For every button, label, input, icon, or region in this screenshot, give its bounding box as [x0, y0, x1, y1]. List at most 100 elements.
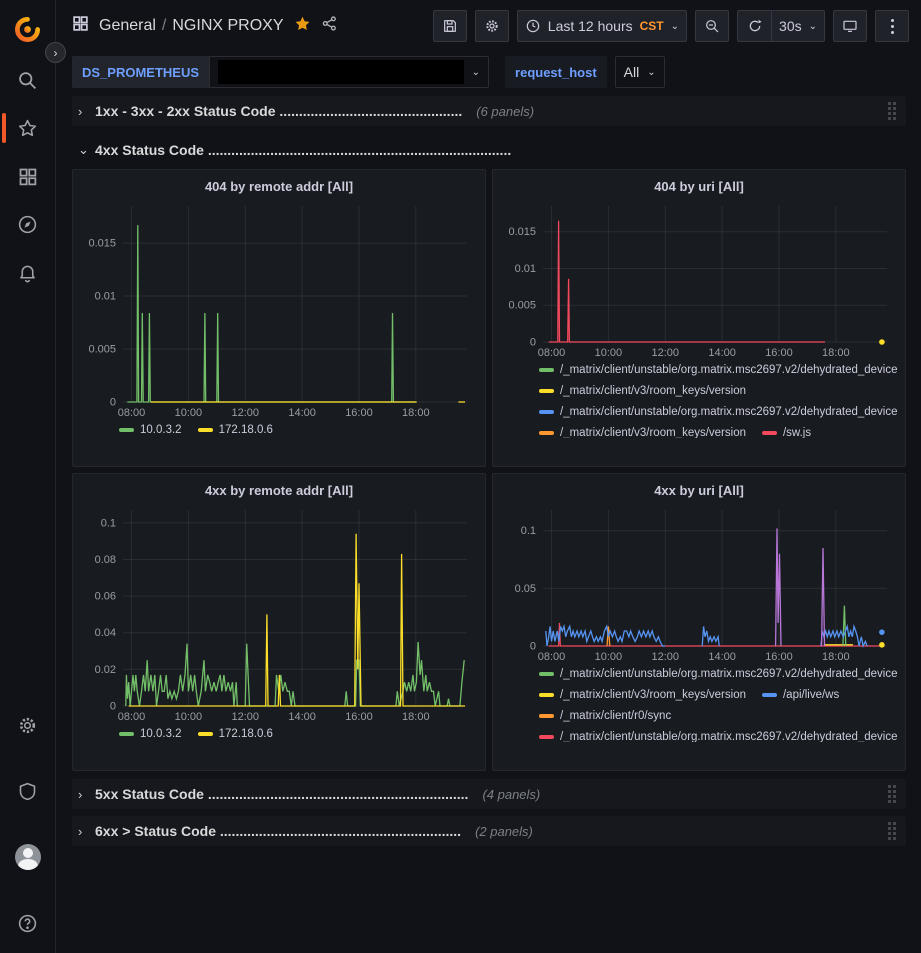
legend-item[interactable]: 172.18.0.6 — [198, 422, 273, 438]
legend-item[interactable]: /_matrix/client/unstable/org.matrix.msc2… — [539, 729, 897, 742]
request-host-select[interactable]: All ⌄ — [615, 56, 665, 88]
legend-item[interactable]: /sw.js — [762, 425, 811, 438]
series-line — [822, 548, 825, 646]
row-leader-dots: ........................................… — [279, 103, 462, 119]
share-icon[interactable] — [321, 15, 338, 37]
variable-label-request-host: request_host — [505, 56, 607, 88]
panel-title[interactable]: 404 by remote addr [All] — [81, 176, 477, 198]
dashboard-content: › 1xx - 3xx - 2xx Status Code ..........… — [56, 92, 921, 953]
legend-item[interactable]: 10.0.3.2 — [119, 726, 182, 742]
legend-swatch — [119, 428, 134, 432]
breadcrumb-title[interactable]: NGINX PROXY — [172, 17, 283, 34]
chevron-down-icon: ⌄ — [809, 21, 817, 32]
refresh-button[interactable] — [737, 10, 771, 42]
series-line — [776, 528, 781, 646]
svg-text:12:00: 12:00 — [231, 711, 259, 723]
svg-text:18:00: 18:00 — [402, 711, 430, 723]
refresh-interval-select[interactable]: 30s ⌄ — [771, 10, 825, 42]
legend-label: /_matrix/client/v3/room_keys/version — [560, 383, 746, 399]
svg-text:16:00: 16:00 — [345, 407, 373, 419]
sidebar-expand-chevron-icon[interactable]: › — [45, 42, 66, 63]
svg-text:18:00: 18:00 — [822, 651, 850, 663]
panel-title[interactable]: 4xx by uri [All] — [501, 480, 897, 502]
legend-item[interactable]: /_matrix/client/v3/room_keys/version — [539, 687, 746, 703]
legend-item[interactable]: /_matrix/client/v3/room_keys/version — [539, 425, 746, 438]
help-icon[interactable] — [0, 903, 56, 943]
legend-swatch — [198, 428, 213, 432]
tv-mode-button[interactable] — [833, 10, 867, 42]
dashboard-grid-icon[interactable] — [72, 15, 89, 37]
starred-dashboards-icon[interactable] — [0, 108, 56, 148]
legend-swatch — [539, 410, 554, 414]
top-navigation: General/NGINX PROXY Last 12 hours CST ⌄ … — [56, 0, 921, 52]
chart-panel: 404 by uri [All]00.0050.010.01508:0010:0… — [492, 169, 906, 467]
server-admin-shield-icon[interactable] — [0, 771, 56, 811]
svg-text:18:00: 18:00 — [402, 407, 430, 419]
legend-item[interactable]: /_matrix/client/unstable/org.matrix.msc2… — [539, 666, 897, 682]
legend-item[interactable]: /api/live/ws — [762, 687, 839, 703]
row-panel-count: (4 panels) — [482, 787, 540, 802]
svg-text:0.02: 0.02 — [95, 664, 116, 676]
legend-label: /_matrix/client/v3/room_keys/version — [560, 687, 746, 703]
kebab-menu-button[interactable] — [875, 10, 909, 42]
svg-text:0: 0 — [110, 701, 116, 713]
svg-text:10:00: 10:00 — [595, 347, 623, 359]
svg-text:14:00: 14:00 — [288, 711, 316, 723]
legend-item[interactable]: /_matrix/client/v3/room_keys/version — [539, 383, 746, 399]
row-4xx[interactable]: ⌄ 4xx Status Code ......................… — [72, 137, 906, 163]
dashboards-icon[interactable] — [0, 156, 56, 196]
favorite-star-icon[interactable] — [294, 15, 311, 37]
legend-item[interactable]: 10.0.3.2 — [119, 422, 182, 438]
row-5xx[interactable]: › 5xx Status Code ......................… — [72, 779, 906, 809]
panel-title[interactable]: 404 by uri [All] — [501, 176, 897, 198]
svg-text:10:00: 10:00 — [595, 651, 623, 663]
breadcrumb: General/NGINX PROXY — [99, 17, 284, 35]
legend-label: /sw.js — [783, 425, 811, 438]
panels-grid: 404 by remote addr [All] 00.0050.010.0150… — [72, 169, 906, 771]
series-line — [549, 221, 825, 342]
legend-label: /_matrix/client/unstable/org.matrix.msc2… — [560, 404, 897, 420]
svg-text:08:00: 08:00 — [118, 711, 146, 723]
legend-swatch — [539, 431, 554, 435]
explore-compass-icon[interactable] — [0, 204, 56, 244]
chevron-down-icon: ⌄ — [647, 67, 655, 78]
breadcrumb-section[interactable]: General — [99, 17, 156, 34]
svg-text:0: 0 — [110, 397, 116, 409]
legend-label: 172.18.0.6 — [219, 422, 273, 438]
legend-item[interactable]: 172.18.0.6 — [198, 726, 273, 742]
svg-text:12:00: 12:00 — [651, 651, 679, 663]
sidebar — [0, 0, 56, 953]
svg-text:12:00: 12:00 — [231, 407, 259, 419]
row-6xx[interactable]: › 6xx > Status Code ....................… — [72, 816, 906, 846]
time-series-plot[interactable]: 00.050.108:0010:0012:0014:0016:0018:00 — [501, 502, 897, 664]
svg-text:10:00: 10:00 — [175, 407, 203, 419]
legend-swatch — [539, 735, 554, 739]
time-range-label: Last 12 hours — [548, 18, 633, 34]
settings-gear-icon[interactable] — [0, 705, 56, 745]
row-drag-handle[interactable] — [888, 822, 896, 840]
legend-item[interactable]: /_matrix/client/unstable/org.matrix.msc2… — [539, 404, 897, 420]
time-series-plot[interactable]: 00.020.040.060.080.108:0010:0012:0014:00… — [81, 502, 477, 724]
time-range-picker[interactable]: Last 12 hours CST ⌄ — [517, 10, 687, 42]
zoom-out-button[interactable] — [695, 10, 729, 42]
series-line — [126, 642, 464, 706]
legend-item[interactable]: /_matrix/client/r0/sync — [539, 708, 671, 724]
row-drag-handle[interactable] — [888, 785, 896, 803]
svg-text:0.01: 0.01 — [515, 263, 536, 275]
svg-text:0.005: 0.005 — [88, 344, 116, 356]
chart-panel: 4xx by uri [All]00.050.108:0010:0012:001… — [492, 473, 906, 771]
datasource-select[interactable]: ⌄ — [209, 56, 489, 88]
series-point — [879, 339, 885, 345]
alerting-bell-icon[interactable] — [0, 252, 56, 292]
save-dashboard-button[interactable] — [433, 10, 467, 42]
panel-title[interactable]: 4xx by remote addr [All] — [81, 480, 477, 502]
legend-item[interactable]: /_matrix/client/unstable/org.matrix.msc2… — [539, 362, 897, 378]
time-series-plot[interactable]: 00.0050.010.01508:0010:0012:0014:0016:00… — [81, 198, 477, 420]
row-drag-handle[interactable] — [888, 102, 896, 120]
chevron-right-icon: › — [78, 104, 88, 119]
dashboard-settings-button[interactable] — [475, 10, 509, 42]
search-icon[interactable] — [0, 60, 56, 100]
user-avatar[interactable] — [0, 837, 56, 877]
row-1xx-3xx-2xx[interactable]: › 1xx - 3xx - 2xx Status Code ..........… — [72, 96, 906, 126]
time-series-plot[interactable]: 00.0050.010.01508:0010:0012:0014:0016:00… — [501, 198, 897, 360]
